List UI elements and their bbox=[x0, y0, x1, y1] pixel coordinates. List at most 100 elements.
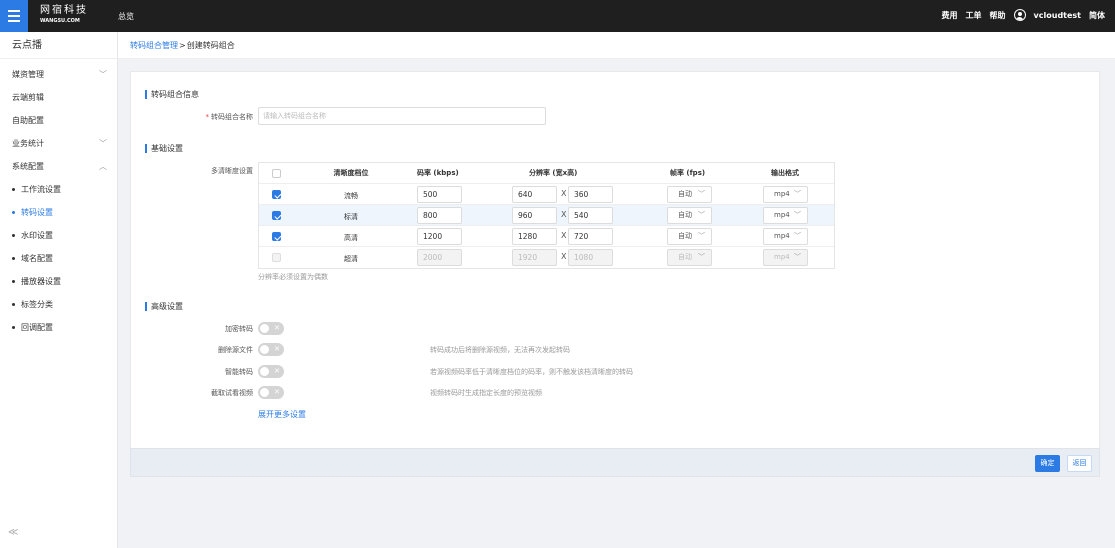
chevron-down-icon: ﹀ bbox=[794, 232, 801, 240]
fps-select-value: 自动 bbox=[678, 190, 692, 198]
breadcrumb-parent-link[interactable]: 转码组合管理 bbox=[130, 41, 178, 50]
level-name: 流畅 bbox=[344, 192, 358, 200]
format-select[interactable]: mp4 ﹀ bbox=[763, 249, 808, 266]
preview-clip-toggle[interactable]: ✕ bbox=[258, 386, 284, 399]
nav-overview-link[interactable]: 总览 bbox=[118, 11, 134, 22]
close-icon: ✕ bbox=[274, 367, 280, 375]
format-select[interactable]: mp4 ﹀ bbox=[763, 186, 808, 203]
format-select[interactable]: mp4 ﹀ bbox=[763, 207, 808, 224]
brand-logo[interactable]: 网宿科技 WANGSU.COM bbox=[40, 5, 88, 27]
sidebar-subitem-watermark[interactable]: 水印设置 bbox=[0, 224, 117, 247]
expand-more-settings-link[interactable]: 展开更多设置 bbox=[258, 409, 306, 420]
fps-select[interactable]: 自动 ﹀ bbox=[667, 228, 712, 245]
sidebar-subitem-callback[interactable]: 回调配置 bbox=[0, 316, 117, 339]
delete-source-toggle[interactable]: ✕ bbox=[258, 343, 284, 356]
top-navigation-bar: 网宿科技 WANGSU.COM 总览 费用 工单 帮助 vcloudtest 简… bbox=[0, 0, 1115, 32]
sidebar-subitem-label: 标签分类 bbox=[21, 300, 53, 309]
chevron-down-icon: ﹀ bbox=[698, 190, 705, 198]
form-footer: 确定 返回 bbox=[130, 448, 1100, 477]
language-switch[interactable]: 简体 bbox=[1089, 10, 1105, 21]
width-input[interactable]: 1280 bbox=[512, 228, 557, 245]
row-checkbox[interactable] bbox=[272, 253, 281, 262]
resolution-hint: 分辨率必须设置为偶数 bbox=[258, 273, 328, 281]
sidebar-subitem-workflow[interactable]: 工作流设置 bbox=[0, 178, 117, 201]
sidebar-item-media[interactable]: 媒资管理 ﹀ bbox=[0, 63, 117, 86]
row-checkbox[interactable] bbox=[272, 190, 281, 199]
user-avatar-icon[interactable] bbox=[1013, 9, 1026, 21]
height-input[interactable]: 1080 bbox=[568, 249, 613, 266]
sidebar-title: 云点播 bbox=[0, 32, 117, 59]
bullet-icon bbox=[12, 234, 15, 237]
preview-clip-desc: 视频转码时生成指定长度的预览视频 bbox=[430, 389, 542, 397]
sidebar-item-statistics[interactable]: 业务统计 ﹀ bbox=[0, 132, 117, 155]
bitrate-input[interactable]: 2000 bbox=[417, 249, 462, 266]
format-select-value: mp4 bbox=[774, 253, 790, 261]
bullet-icon bbox=[12, 326, 15, 329]
bitrate-input[interactable]: 1200 bbox=[417, 228, 462, 245]
sidebar-item-system-config[interactable]: 系统配置 ︿ bbox=[0, 155, 117, 178]
sidebar-subitem-player[interactable]: 播放器设置 bbox=[0, 270, 117, 293]
sidebar: 云点播 媒资管理 ﹀ 云端剪辑 自助配置 业务统计 ﹀ 系统配置 ︿ 工作流设置… bbox=[0, 32, 118, 548]
encrypt-label: 加密转码 bbox=[225, 325, 253, 333]
row-checkbox[interactable] bbox=[272, 211, 281, 220]
width-input[interactable]: 1920 bbox=[512, 249, 557, 266]
table-row: 高清 1200 1280 X 720 自动 ﹀ mp4 ﹀ bbox=[259, 226, 834, 247]
encrypt-toggle[interactable]: ✕ bbox=[258, 322, 284, 335]
sidebar-item-self-config[interactable]: 自助配置 bbox=[0, 109, 117, 132]
bitrate-input[interactable]: 800 bbox=[417, 207, 462, 224]
chevron-down-icon: ﹀ bbox=[99, 70, 107, 79]
sidebar-subitem-transcode[interactable]: 转码设置 bbox=[0, 201, 117, 224]
sidebar-item-cloud-editing[interactable]: 云端剪辑 bbox=[0, 86, 117, 109]
multi-resolution-label: 多清晰度设置 bbox=[211, 167, 253, 175]
fps-select[interactable]: 自动 ﹀ bbox=[667, 186, 712, 203]
bitrate-input[interactable]: 500 bbox=[417, 186, 462, 203]
height-input[interactable]: 720 bbox=[568, 228, 613, 245]
row-checkbox[interactable] bbox=[272, 232, 281, 241]
top-right-menu: 费用 工单 帮助 vcloudtest 简体 bbox=[942, 9, 1105, 21]
username[interactable]: vcloudtest bbox=[1034, 11, 1081, 20]
format-select[interactable]: mp4 ﹀ bbox=[763, 228, 808, 245]
form-card: 转码组合信息 *转码组合名称 基础设置 多清晰度设置 清晰度档位 码率 (kbp… bbox=[130, 71, 1100, 477]
bullet-icon bbox=[12, 188, 15, 191]
level-name: 高清 bbox=[344, 234, 358, 242]
sidebar-subitem-domain[interactable]: 域名配置 bbox=[0, 247, 117, 270]
chevron-down-icon: ﹀ bbox=[698, 253, 705, 261]
ticket-link[interactable]: 工单 bbox=[966, 10, 982, 21]
back-button[interactable]: 返回 bbox=[1067, 455, 1092, 472]
logo-text-cn: 网宿科技 bbox=[40, 5, 88, 16]
collapse-sidebar-icon[interactable]: ≪ bbox=[8, 527, 18, 538]
width-input[interactable]: 960 bbox=[512, 207, 557, 224]
help-link[interactable]: 帮助 bbox=[990, 10, 1006, 21]
combination-name-input[interactable] bbox=[258, 107, 546, 125]
fps-select-value: 自动 bbox=[678, 232, 692, 240]
close-icon: ✕ bbox=[274, 388, 280, 396]
preview-clip-label: 截取试看视频 bbox=[211, 389, 253, 397]
height-input[interactable]: 540 bbox=[568, 207, 613, 224]
menu-icon[interactable] bbox=[0, 0, 28, 32]
bullet-icon bbox=[12, 257, 15, 260]
smart-transcode-desc: 若源视频码率低于清晰度档位的码率，则不触发该档清晰度的转码 bbox=[430, 368, 633, 376]
breadcrumb-current: 创建转码组合 bbox=[186, 41, 235, 50]
sidebar-subitem-label: 工作流设置 bbox=[21, 185, 61, 194]
smart-transcode-toggle[interactable]: ✕ bbox=[258, 365, 284, 378]
width-input[interactable]: 640 bbox=[512, 186, 557, 203]
confirm-button[interactable]: 确定 bbox=[1035, 455, 1060, 472]
sidebar-item-label: 云端剪辑 bbox=[12, 93, 44, 102]
header-resolution: 分辨率 (宽x高) bbox=[529, 169, 578, 177]
chevron-up-icon: ︿ bbox=[99, 162, 107, 171]
close-icon: ✕ bbox=[274, 324, 280, 332]
fps-select[interactable]: 自动 ﹀ bbox=[667, 249, 712, 266]
breadcrumb: 转码组合管理>创建转码组合 bbox=[118, 32, 1115, 59]
sidebar-subitem-label: 回调配置 bbox=[21, 323, 53, 332]
chevron-down-icon: ﹀ bbox=[794, 190, 801, 198]
sidebar-subitem-tags[interactable]: 标签分类 bbox=[0, 293, 117, 316]
fps-select[interactable]: 自动 ﹀ bbox=[667, 207, 712, 224]
select-all-checkbox[interactable] bbox=[272, 169, 281, 178]
name-label-text: 转码组合名称 bbox=[211, 113, 253, 121]
times-sign: X bbox=[561, 210, 567, 219]
billing-link[interactable]: 费用 bbox=[942, 10, 958, 21]
chevron-down-icon: ﹀ bbox=[794, 211, 801, 219]
sidebar-subitem-label: 播放器设置 bbox=[21, 277, 61, 286]
delete-source-label: 删除源文件 bbox=[218, 346, 253, 354]
height-input[interactable]: 360 bbox=[568, 186, 613, 203]
